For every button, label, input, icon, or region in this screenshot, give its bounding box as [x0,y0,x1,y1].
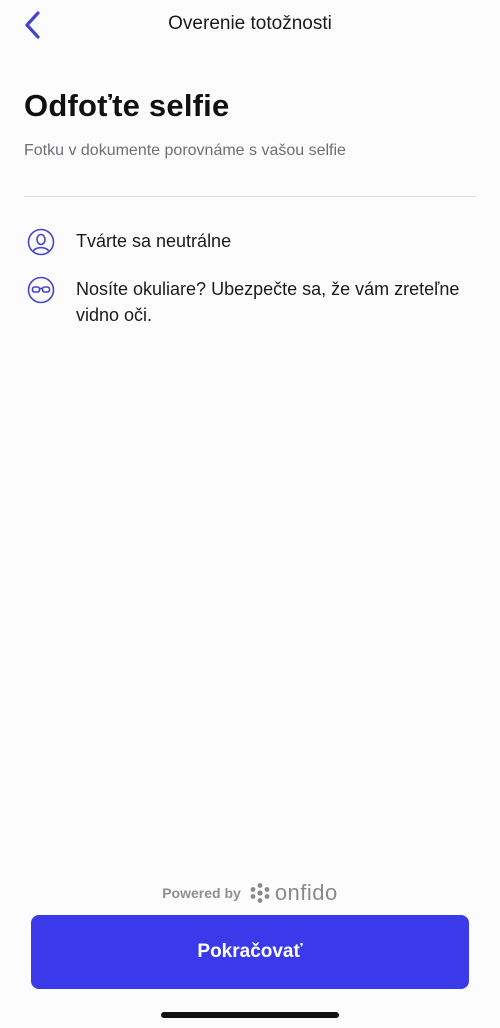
navigation-bar: Overenie totožnosti [0,0,500,52]
instruction-item-glasses: Nosíte okuliare? Ubezpečte sa, že vám zr… [24,276,476,328]
page-subtitle: Fotku v dokumente porovnáme s vašou self… [24,142,346,159]
face-icon [27,228,55,256]
page-title: Odfoťte selfie [24,88,230,123]
onfido-logo-icon [250,883,270,903]
instruction-item-neutral-face: Tvárte sa neutrálne [24,228,476,259]
continue-button[interactable]: Pokračovať [31,915,469,989]
glasses-icon [27,276,55,304]
instruction-text: Tvárte sa neutrálne [76,231,232,251]
instruction-list: Tvárte sa neutrálne Nosíte okuliare? Ube… [24,228,476,345]
divider [24,196,476,197]
brand-name: onfido [274,880,338,905]
powered-by-label: Powered by [162,885,241,901]
nav-title: Overenie totožnosti [168,13,332,34]
home-indicator[interactable] [161,1012,339,1018]
powered-by-onfido: Powered by onfido [0,880,500,906]
instruction-text: Nosíte okuliare? Ubezpečte sa, že vám zr… [76,279,460,325]
